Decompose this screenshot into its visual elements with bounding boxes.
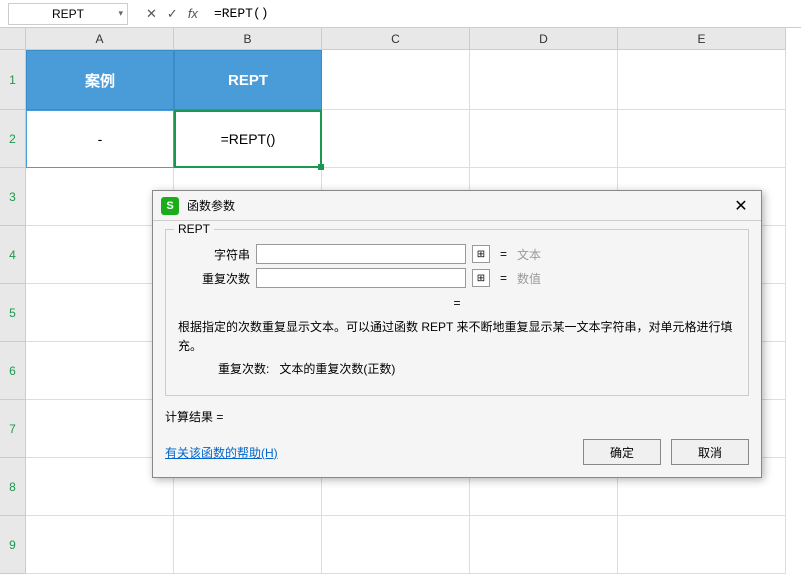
formula-bar-icons: ✕ ✓ fx [136, 6, 208, 22]
col-header-a[interactable]: A [26, 28, 174, 50]
col-header-b[interactable]: B [174, 28, 322, 50]
column-headers: A B C D E [0, 28, 801, 50]
name-box[interactable]: REPT ▾ [8, 3, 128, 25]
col-header-e[interactable]: E [618, 28, 786, 50]
params-group: REPT 字符串 ⊞ = 文本 重复次数 ⊞ = 数值 = 根据指定的次数重复显… [165, 229, 749, 396]
cell-c9[interactable] [322, 516, 470, 574]
cell-a2[interactable]: - [26, 110, 174, 168]
confirm-icon[interactable]: ✓ [167, 6, 178, 22]
function-description: 根据指定的次数重复显示文本。可以通过函数 REPT 来不断地重复显示某一文本字符… [178, 318, 736, 356]
param-row-number: 重复次数 ⊞ = 数值 [178, 268, 736, 288]
row-header-9[interactable]: 9 [0, 516, 26, 574]
param-row-text: 字符串 ⊞ = 文本 [178, 244, 736, 264]
select-all-corner[interactable] [0, 28, 26, 50]
dialog-titlebar[interactable]: S 函数参数 ✕ [153, 191, 761, 221]
formula-bar: REPT ▾ ✕ ✓ fx [0, 0, 801, 28]
fx-icon[interactable]: fx [188, 6, 198, 21]
param-hint-text: 文本 [517, 246, 541, 263]
cancel-icon[interactable]: ✕ [146, 6, 157, 22]
row-header-3[interactable]: 3 [0, 168, 26, 226]
param-description: 重复次数: 文本的重复次数(正数) [218, 360, 736, 377]
app-logo-icon: S [161, 197, 179, 215]
row-1: 1 案例 REPT [0, 50, 801, 110]
range-selector-icon[interactable]: ⊞ [472, 269, 490, 287]
row-header-6[interactable]: 6 [0, 342, 26, 400]
cell-b1[interactable]: REPT [174, 50, 322, 110]
cell-e2[interactable] [618, 110, 786, 168]
cell-c2[interactable] [322, 110, 470, 168]
cell-d9[interactable] [470, 516, 618, 574]
cell-a9[interactable] [26, 516, 174, 574]
dialog-body: REPT 字符串 ⊞ = 文本 重复次数 ⊞ = 数值 = 根据指定的次数重复显… [153, 221, 761, 477]
help-link[interactable]: 有关该函数的帮助(H) [165, 444, 278, 461]
col-header-c[interactable]: C [322, 28, 470, 50]
dialog-title: 函数参数 [187, 197, 729, 214]
cell-a1[interactable]: 案例 [26, 50, 174, 110]
name-box-value: REPT [52, 7, 84, 21]
param-input-number[interactable] [256, 268, 466, 288]
equals-label: = [496, 247, 511, 261]
param-hint-number: 数值 [517, 270, 541, 287]
row-header-5[interactable]: 5 [0, 284, 26, 342]
param-desc-label: 重复次数: [218, 362, 269, 376]
formula-input[interactable] [208, 3, 801, 25]
preview-result: = [178, 296, 736, 310]
range-selector-icon[interactable]: ⊞ [472, 245, 490, 263]
row-2: 2 - =REPT() [0, 110, 801, 168]
equals-label: = [496, 271, 511, 285]
row-9: 9 [0, 516, 801, 574]
cancel-button[interactable]: 取消 [671, 439, 749, 465]
row-header-4[interactable]: 4 [0, 226, 26, 284]
cell-e9[interactable] [618, 516, 786, 574]
param-input-text[interactable] [256, 244, 466, 264]
cell-d1[interactable] [470, 50, 618, 110]
function-arguments-dialog: S 函数参数 ✕ REPT 字符串 ⊞ = 文本 重复次数 ⊞ = 数值 = 根… [152, 190, 762, 478]
cell-b2[interactable]: =REPT() [174, 110, 322, 168]
close-icon[interactable]: ✕ [729, 196, 753, 216]
row-header-2[interactable]: 2 [0, 110, 26, 168]
col-header-d[interactable]: D [470, 28, 618, 50]
cell-b9[interactable] [174, 516, 322, 574]
row-header-1[interactable]: 1 [0, 50, 26, 110]
param-label-number: 重复次数 [178, 270, 250, 287]
ok-button[interactable]: 确定 [583, 439, 661, 465]
cell-e1[interactable] [618, 50, 786, 110]
param-desc-text: 文本的重复次数(正数) [279, 362, 395, 376]
row-header-7[interactable]: 7 [0, 400, 26, 458]
param-label-text: 字符串 [178, 246, 250, 263]
row-header-8[interactable]: 8 [0, 458, 26, 516]
cell-c1[interactable] [322, 50, 470, 110]
dropdown-icon[interactable]: ▾ [118, 8, 123, 19]
cell-d2[interactable] [470, 110, 618, 168]
function-name-label: REPT [174, 222, 214, 236]
calc-result: 计算结果 = [165, 408, 749, 425]
dialog-footer: 有关该函数的帮助(H) 确定 取消 [165, 433, 749, 465]
